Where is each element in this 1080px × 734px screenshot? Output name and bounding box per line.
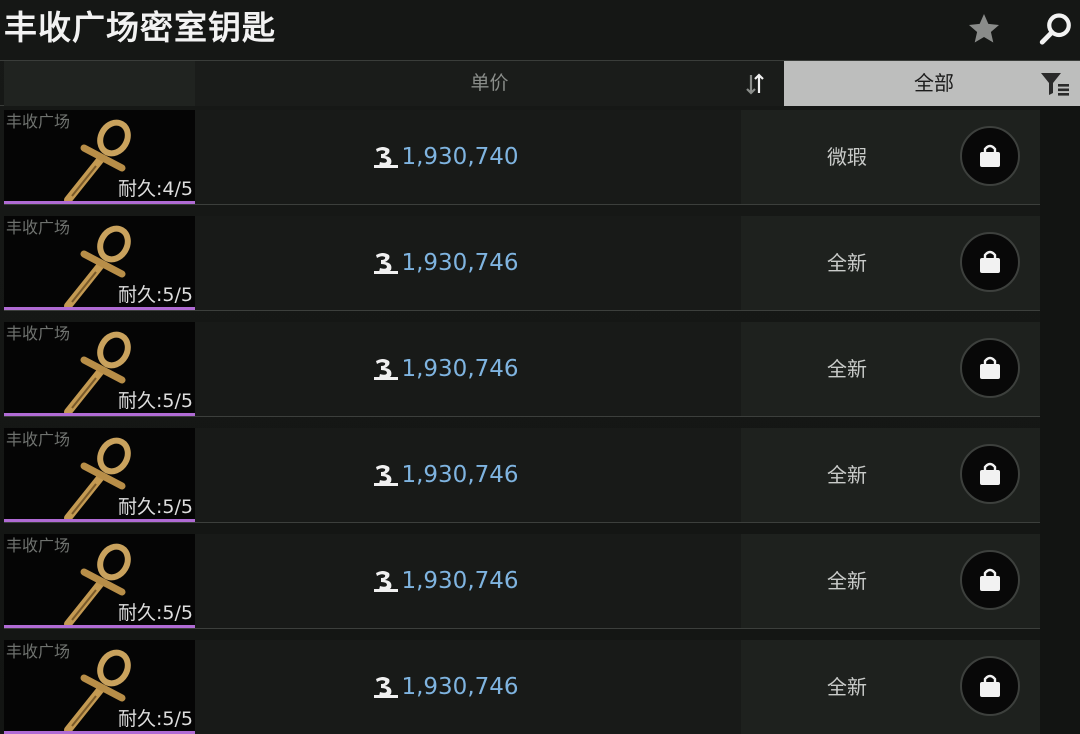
unit-price: 1,930,746 xyxy=(401,462,519,488)
item-thumbnail[interactable]: 丰收广场 耐久:5/5 xyxy=(4,322,195,416)
price-column-label: 单价 xyxy=(470,72,509,94)
buy-button[interactable] xyxy=(960,550,1020,610)
condition-cell: 全新 xyxy=(741,216,1040,310)
condition-cell: 全新 xyxy=(741,640,1040,734)
title-bar: 丰收广场密室钥匙 xyxy=(0,0,1080,60)
buy-button[interactable] xyxy=(960,338,1020,398)
unit-price: 1,930,740 xyxy=(401,144,519,170)
coin-icon xyxy=(374,571,399,592)
favorite-button[interactable] xyxy=(962,8,1006,50)
buy-button[interactable] xyxy=(960,656,1020,716)
price-cell: 1,930,746 xyxy=(195,216,741,310)
filter-tab-all[interactable]: 全部 xyxy=(784,61,1080,106)
item-thumbnail[interactable]: 丰收广场 耐久:5/5 xyxy=(4,640,195,734)
item-condition: 全新 xyxy=(827,251,867,275)
price-cell: 1,930,746 xyxy=(195,322,741,416)
side-gutter xyxy=(1040,106,1080,734)
item-thumbnail[interactable]: 丰收广场 耐久:5/5 xyxy=(4,534,195,628)
buy-button[interactable] xyxy=(960,126,1020,186)
item-condition: 全新 xyxy=(827,569,867,593)
coin-icon xyxy=(374,465,399,486)
coin-icon xyxy=(374,677,399,698)
item-market-label: 丰收广场 xyxy=(6,324,71,343)
shopping-bag-icon xyxy=(980,462,1000,485)
price-cell: 1,930,746 xyxy=(195,534,741,628)
item-condition: 全新 xyxy=(827,463,867,487)
price-cell: 1,930,740 xyxy=(195,110,741,204)
shopping-bag-icon xyxy=(980,144,1000,167)
item-market-label: 丰收广场 xyxy=(6,430,71,449)
condition-cell: 全新 xyxy=(741,428,1040,522)
item-durability: 耐久:4/5 xyxy=(118,178,193,200)
price-sort-header[interactable]: 单价 xyxy=(195,61,784,106)
shopping-bag-icon xyxy=(980,674,1000,697)
listing-header: 单价 全部 xyxy=(0,60,1080,106)
unit-price: 1,930,746 xyxy=(401,250,519,276)
coin-icon xyxy=(374,147,399,168)
item-condition: 全新 xyxy=(827,357,867,381)
listing-row[interactable]: 丰收广场 耐久:5/5 1,930,746 全新 xyxy=(0,530,1080,636)
unit-price: 1,930,746 xyxy=(401,674,519,700)
listing-row[interactable]: 丰收广场 耐久:5/5 1,930,746 全新 xyxy=(0,424,1080,530)
row-divider xyxy=(4,416,1040,417)
condition-cell: 全新 xyxy=(741,322,1040,416)
item-durability: 耐久:5/5 xyxy=(118,602,193,624)
listing-row[interactable]: 丰收广场 耐久:4/5 1,930,740 微瑕 xyxy=(0,106,1080,212)
item-condition: 全新 xyxy=(827,675,867,699)
price-cell: 1,930,746 xyxy=(195,428,741,522)
shopping-bag-icon xyxy=(980,568,1000,591)
filter-icon[interactable] xyxy=(1040,71,1070,97)
item-thumbnail[interactable]: 丰收广场 耐久:5/5 xyxy=(4,428,195,522)
condition-cell: 全新 xyxy=(741,534,1040,628)
unit-price: 1,930,746 xyxy=(401,568,519,594)
item-durability: 耐久:5/5 xyxy=(118,496,193,518)
row-divider xyxy=(4,204,1040,205)
item-market-label: 丰收广场 xyxy=(6,218,71,237)
item-market-label: 丰收广场 xyxy=(6,642,71,661)
buy-button[interactable] xyxy=(960,444,1020,504)
coin-icon xyxy=(374,359,399,380)
row-divider xyxy=(4,522,1040,523)
search-icon xyxy=(1039,13,1071,45)
shopping-bag-icon xyxy=(980,356,1000,379)
sort-arrows-icon xyxy=(746,73,764,95)
listing-row[interactable]: 丰收广场 耐久:5/5 1,930,746 全新 xyxy=(0,636,1080,734)
item-durability: 耐久:5/5 xyxy=(118,708,193,730)
item-durability: 耐久:5/5 xyxy=(118,284,193,306)
listing-row[interactable]: 丰收广场 耐久:5/5 1,930,746 全新 xyxy=(0,318,1080,424)
item-durability: 耐久:5/5 xyxy=(118,390,193,412)
item-condition: 微瑕 xyxy=(827,145,867,169)
item-thumbnail[interactable]: 丰收广场 耐久:5/5 xyxy=(4,216,195,310)
shopping-bag-icon xyxy=(980,250,1000,273)
condition-cell: 微瑕 xyxy=(741,110,1040,204)
market-listing-screen: 丰收广场密室钥匙 单价 全部 丰收广场 耐久:4/5 1,930,740 微瑕 … xyxy=(0,0,1080,734)
item-market-label: 丰收广场 xyxy=(6,536,71,555)
search-button[interactable] xyxy=(1034,8,1078,50)
unit-price: 1,930,746 xyxy=(401,356,519,382)
star-icon xyxy=(969,14,999,43)
coin-icon xyxy=(374,253,399,274)
filter-tab-label: 全部 xyxy=(914,71,954,95)
item-thumbnail[interactable]: 丰收广场 耐久:4/5 xyxy=(4,110,195,204)
sort-button[interactable] xyxy=(741,69,769,99)
row-divider xyxy=(4,310,1040,311)
buy-button[interactable] xyxy=(960,232,1020,292)
row-divider xyxy=(4,628,1040,629)
header-item-column xyxy=(4,61,195,106)
price-cell: 1,930,746 xyxy=(195,640,741,734)
page-title: 丰收广场密室钥匙 xyxy=(4,8,276,47)
listing-row[interactable]: 丰收广场 耐久:5/5 1,930,746 全新 xyxy=(0,212,1080,318)
item-market-label: 丰收广场 xyxy=(6,112,71,131)
